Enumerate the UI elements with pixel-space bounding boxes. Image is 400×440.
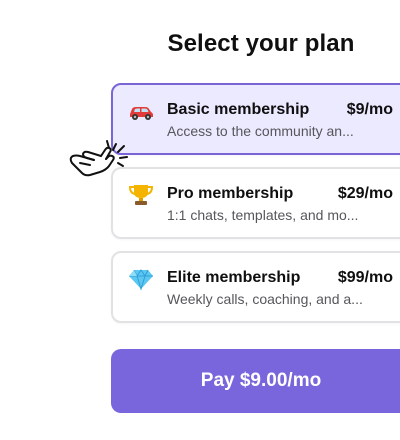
- plan-description: Access to the community an...: [167, 123, 354, 139]
- plan-description: Weekly calls, coaching, and a...: [167, 291, 363, 307]
- plan-price: $9/mo: [346, 101, 393, 118]
- pay-button[interactable]: Pay $9.00/mo: [111, 349, 400, 413]
- tap-hand-icon: [69, 140, 128, 177]
- plan-price: $29/mo: [337, 185, 393, 202]
- plan-option-basic[interactable]: Basic membership $9/mo Access to the com…: [111, 83, 400, 155]
- plan-name: Elite membership: [167, 269, 301, 286]
- plan-description: 1:1 chats, templates, and mo...: [167, 207, 359, 223]
- gem-icon: [129, 269, 153, 291]
- plan-name: Basic membership: [167, 101, 310, 118]
- plan-price: $99/mo: [337, 269, 393, 286]
- trophy-icon: [128, 185, 154, 205]
- plan-option-elite[interactable]: Elite membership $99/mo Weekly calls, co…: [111, 251, 400, 323]
- plan-option-pro[interactable]: Pro membership $29/mo 1:1 chats, templat…: [111, 167, 400, 239]
- plan-name: Pro membership: [167, 185, 294, 202]
- page-title: Select your plan: [167, 30, 355, 57]
- car-icon: [130, 107, 153, 120]
